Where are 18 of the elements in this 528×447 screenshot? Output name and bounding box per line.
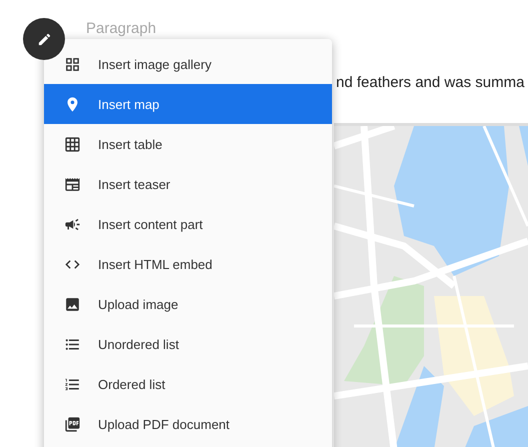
- menu-item[interactable]: Insert map: [44, 84, 332, 124]
- menu-item[interactable]: Insert teaser: [44, 164, 332, 204]
- pencil-icon: [36, 32, 52, 46]
- menu-item[interactable]: Upload image: [44, 284, 332, 324]
- menu-item[interactable]: Unordered list: [44, 324, 332, 364]
- document-icon: [64, 416, 81, 432]
- image-icon: [64, 296, 81, 312]
- table-icon: [64, 136, 81, 152]
- menu-item[interactable]: Insert image gallery: [44, 44, 332, 84]
- menu-item[interactable]: Ordered list: [44, 364, 332, 404]
- paragraph-text: nd feathers and was summa: [336, 74, 524, 91]
- grid-icon: [64, 56, 81, 72]
- menu-item[interactable]: Insert table: [44, 124, 332, 164]
- newspaper-icon: [64, 176, 81, 192]
- menu-item[interactable]: Insert content part: [44, 204, 332, 244]
- menu-item[interactable]: Upload PDF document: [44, 404, 332, 444]
- edit-button[interactable]: [23, 18, 65, 60]
- menu-item[interactable]: Insert HTML embed: [44, 244, 332, 284]
